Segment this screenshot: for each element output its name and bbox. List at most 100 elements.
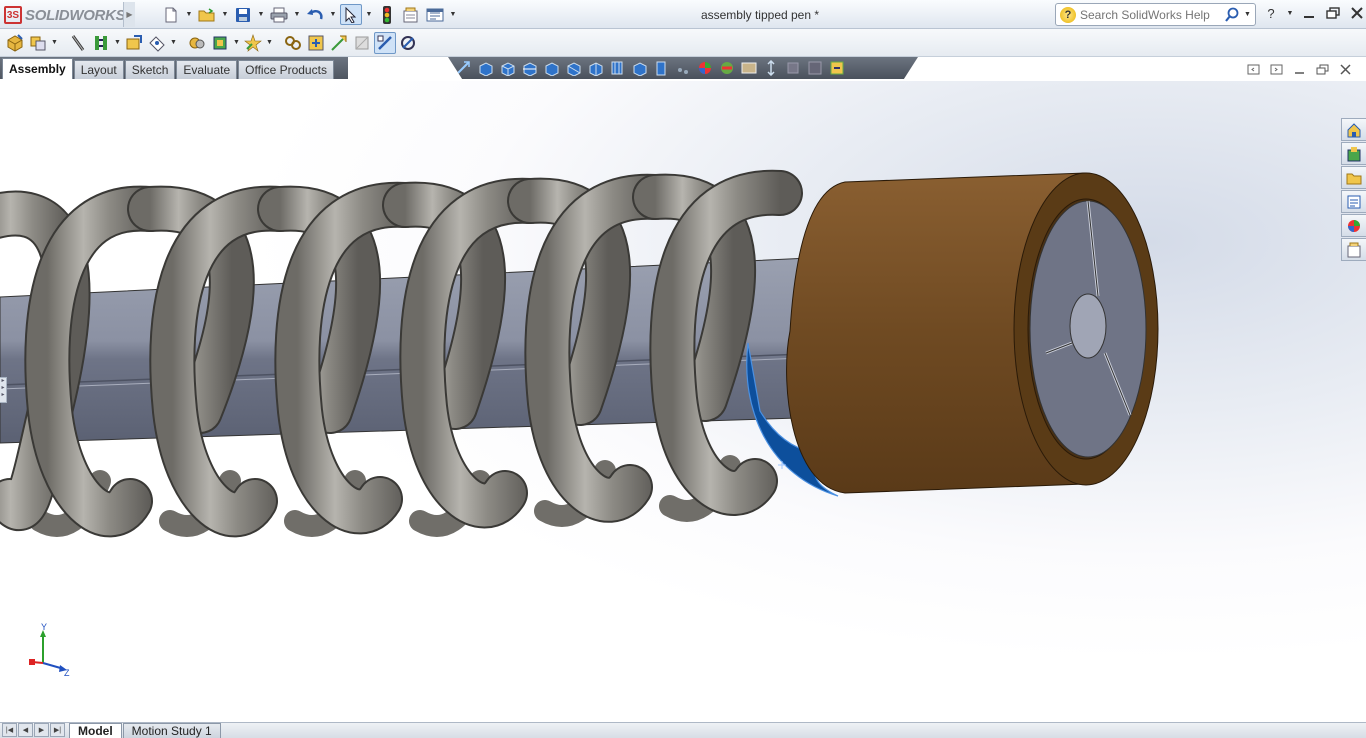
help-menu-icon[interactable]: ? xyxy=(1262,4,1280,22)
open-dropdown[interactable]: ▼ xyxy=(220,4,230,25)
previous-view-icon[interactable] xyxy=(498,59,516,77)
view-palette-icon[interactable] xyxy=(1341,190,1366,213)
fasteners-dropdown[interactable]: ▼ xyxy=(113,39,122,46)
interference-detection-icon[interactable] xyxy=(351,32,373,54)
zoom-to-fit-icon[interactable] xyxy=(454,59,472,77)
custom-properties-icon[interactable] xyxy=(1341,238,1366,261)
instant3d-icon[interactable] xyxy=(374,31,396,54)
show-hidden-components-icon[interactable] xyxy=(146,32,168,54)
print-dropdown[interactable]: ▼ xyxy=(292,4,302,25)
edit-appearance-icon[interactable] xyxy=(608,59,626,77)
select-dropdown[interactable]: ▼ xyxy=(364,4,374,25)
scene-icon[interactable] xyxy=(718,59,736,77)
rotate-view-icon[interactable] xyxy=(674,59,692,77)
show-hidden-dropdown[interactable]: ▼ xyxy=(169,39,178,46)
options-dropdown[interactable]: ▼ xyxy=(448,4,458,25)
appearances-scenes-icon[interactable] xyxy=(1341,214,1366,237)
tab-scroll-buttons: |◀ ◀ ▶ ▶| xyxy=(0,723,68,738)
apply-scene-icon[interactable] xyxy=(630,59,648,77)
tab-motion-study-1[interactable]: Motion Study 1 xyxy=(122,723,221,738)
select-arrow-icon[interactable] xyxy=(340,4,362,25)
search-icon[interactable] xyxy=(1224,7,1240,23)
zoom-area-icon[interactable] xyxy=(476,59,494,77)
collapse-panel-icon[interactable] xyxy=(1246,63,1261,76)
explode-line-sketch-icon[interactable] xyxy=(328,32,350,54)
tab-model[interactable]: Model xyxy=(69,723,122,738)
close-view-icon[interactable] xyxy=(806,59,824,77)
display-style-icon[interactable] xyxy=(564,59,582,77)
open-folder-icon[interactable] xyxy=(196,4,218,25)
ds-logo-icon: 3S xyxy=(4,6,22,24)
app-name: SOLIDWORKS xyxy=(25,6,126,24)
minimize-window-icon[interactable] xyxy=(1300,4,1318,22)
zoom-in-out-icon[interactable] xyxy=(784,59,802,77)
triad-z-label: Z xyxy=(64,668,70,678)
rebuild-traffic-light-icon[interactable] xyxy=(376,4,398,25)
restore-document-icon[interactable] xyxy=(1315,63,1330,76)
bill-of-materials-icon[interactable] xyxy=(282,32,304,54)
large-assembly-mode-icon[interactable] xyxy=(397,32,419,54)
next-tab-button[interactable]: ▶ xyxy=(34,723,49,737)
exploded-view-icon[interactable] xyxy=(305,32,327,54)
tab-evaluate[interactable]: Evaluate xyxy=(176,60,238,79)
triad-y-label: Y xyxy=(41,622,47,632)
expand-panel-icon[interactable] xyxy=(1269,63,1284,76)
appearance-ball-icon[interactable] xyxy=(696,59,714,77)
close-window-icon[interactable] xyxy=(1348,4,1366,22)
search-help-box[interactable]: ? ▼ xyxy=(1055,3,1256,26)
view-settings-icon[interactable] xyxy=(652,59,670,77)
new-document-dropdown[interactable]: ▼ xyxy=(184,4,194,25)
properties-icon[interactable] xyxy=(828,59,846,77)
file-explorer-icon[interactable] xyxy=(1341,166,1366,189)
feature-manager-expand-handle[interactable]: ▸ ▸ ▸ xyxy=(0,377,7,403)
heads-up-view-toolbar xyxy=(448,57,918,79)
reference-geometry-icon[interactable] xyxy=(209,32,231,54)
previous-tab-button[interactable]: ◀ xyxy=(18,723,33,737)
view-settings-2-icon[interactable] xyxy=(740,59,758,77)
insert-components-icon[interactable] xyxy=(4,32,26,54)
search-dropdown[interactable]: ▼ xyxy=(1244,11,1251,18)
motion-dropdown[interactable]: ▼ xyxy=(265,39,274,46)
design-library-icon[interactable] xyxy=(1341,142,1366,165)
command-manager-toolbar: ▼ ▼ ▼ ▼ ▼ xyxy=(0,29,1366,57)
first-tab-button[interactable]: |◀ xyxy=(2,723,17,737)
smart-fasteners-icon[interactable] xyxy=(90,32,112,54)
assembly-model-scene[interactable] xyxy=(0,81,1366,722)
print-icon[interactable] xyxy=(268,4,290,25)
close-document-icon[interactable] xyxy=(1338,63,1353,76)
menu-expand-arrow[interactable]: ▶ xyxy=(123,2,135,27)
tab-layout[interactable]: Layout xyxy=(73,60,124,79)
solidworks-resources-icon[interactable] xyxy=(1341,118,1366,141)
options-icon[interactable] xyxy=(424,4,446,25)
quick-access-toolbar: ▼ ▼ ▼ ▼ ▼ ▼ ▼ xyxy=(160,4,458,25)
undo-icon[interactable] xyxy=(304,4,326,25)
pan-icon[interactable] xyxy=(762,59,780,77)
minimize-document-icon[interactable] xyxy=(1292,63,1307,76)
search-input[interactable] xyxy=(1080,7,1220,22)
end-cap[interactable] xyxy=(786,172,1159,494)
tab-assembly[interactable]: Assembly xyxy=(2,58,73,79)
graphics-area[interactable]: ▸ ▸ ▸ Y Z xyxy=(0,81,1366,722)
help-dropdown[interactable]: ▼ xyxy=(1286,4,1294,22)
last-tab-button[interactable]: ▶| xyxy=(50,723,65,737)
move-component-icon[interactable] xyxy=(123,32,145,54)
new-document-icon[interactable] xyxy=(160,4,182,25)
hide-show-items-icon[interactable] xyxy=(586,59,604,77)
assembly-features-icon[interactable] xyxy=(186,32,208,54)
solidworks-logo[interactable]: 3S SOLIDWORKS xyxy=(4,5,126,25)
save-icon[interactable] xyxy=(232,4,254,25)
reference-dropdown[interactable]: ▼ xyxy=(232,39,241,46)
linear-pattern-icon[interactable] xyxy=(67,32,89,54)
mate-dropdown[interactable]: ▼ xyxy=(50,39,59,46)
view-orientation-icon[interactable] xyxy=(542,59,560,77)
section-view-icon[interactable] xyxy=(520,59,538,77)
new-motion-study-icon[interactable] xyxy=(242,32,264,54)
undo-dropdown[interactable]: ▼ xyxy=(328,4,338,25)
file-properties-icon[interactable] xyxy=(400,4,422,25)
save-dropdown[interactable]: ▼ xyxy=(256,4,266,25)
reference-triad: Y Z xyxy=(29,622,70,678)
restore-window-icon[interactable] xyxy=(1324,4,1342,22)
tab-office-products[interactable]: Office Products xyxy=(238,60,334,79)
mate-icon[interactable] xyxy=(27,32,49,54)
tab-sketch[interactable]: Sketch xyxy=(124,60,176,79)
